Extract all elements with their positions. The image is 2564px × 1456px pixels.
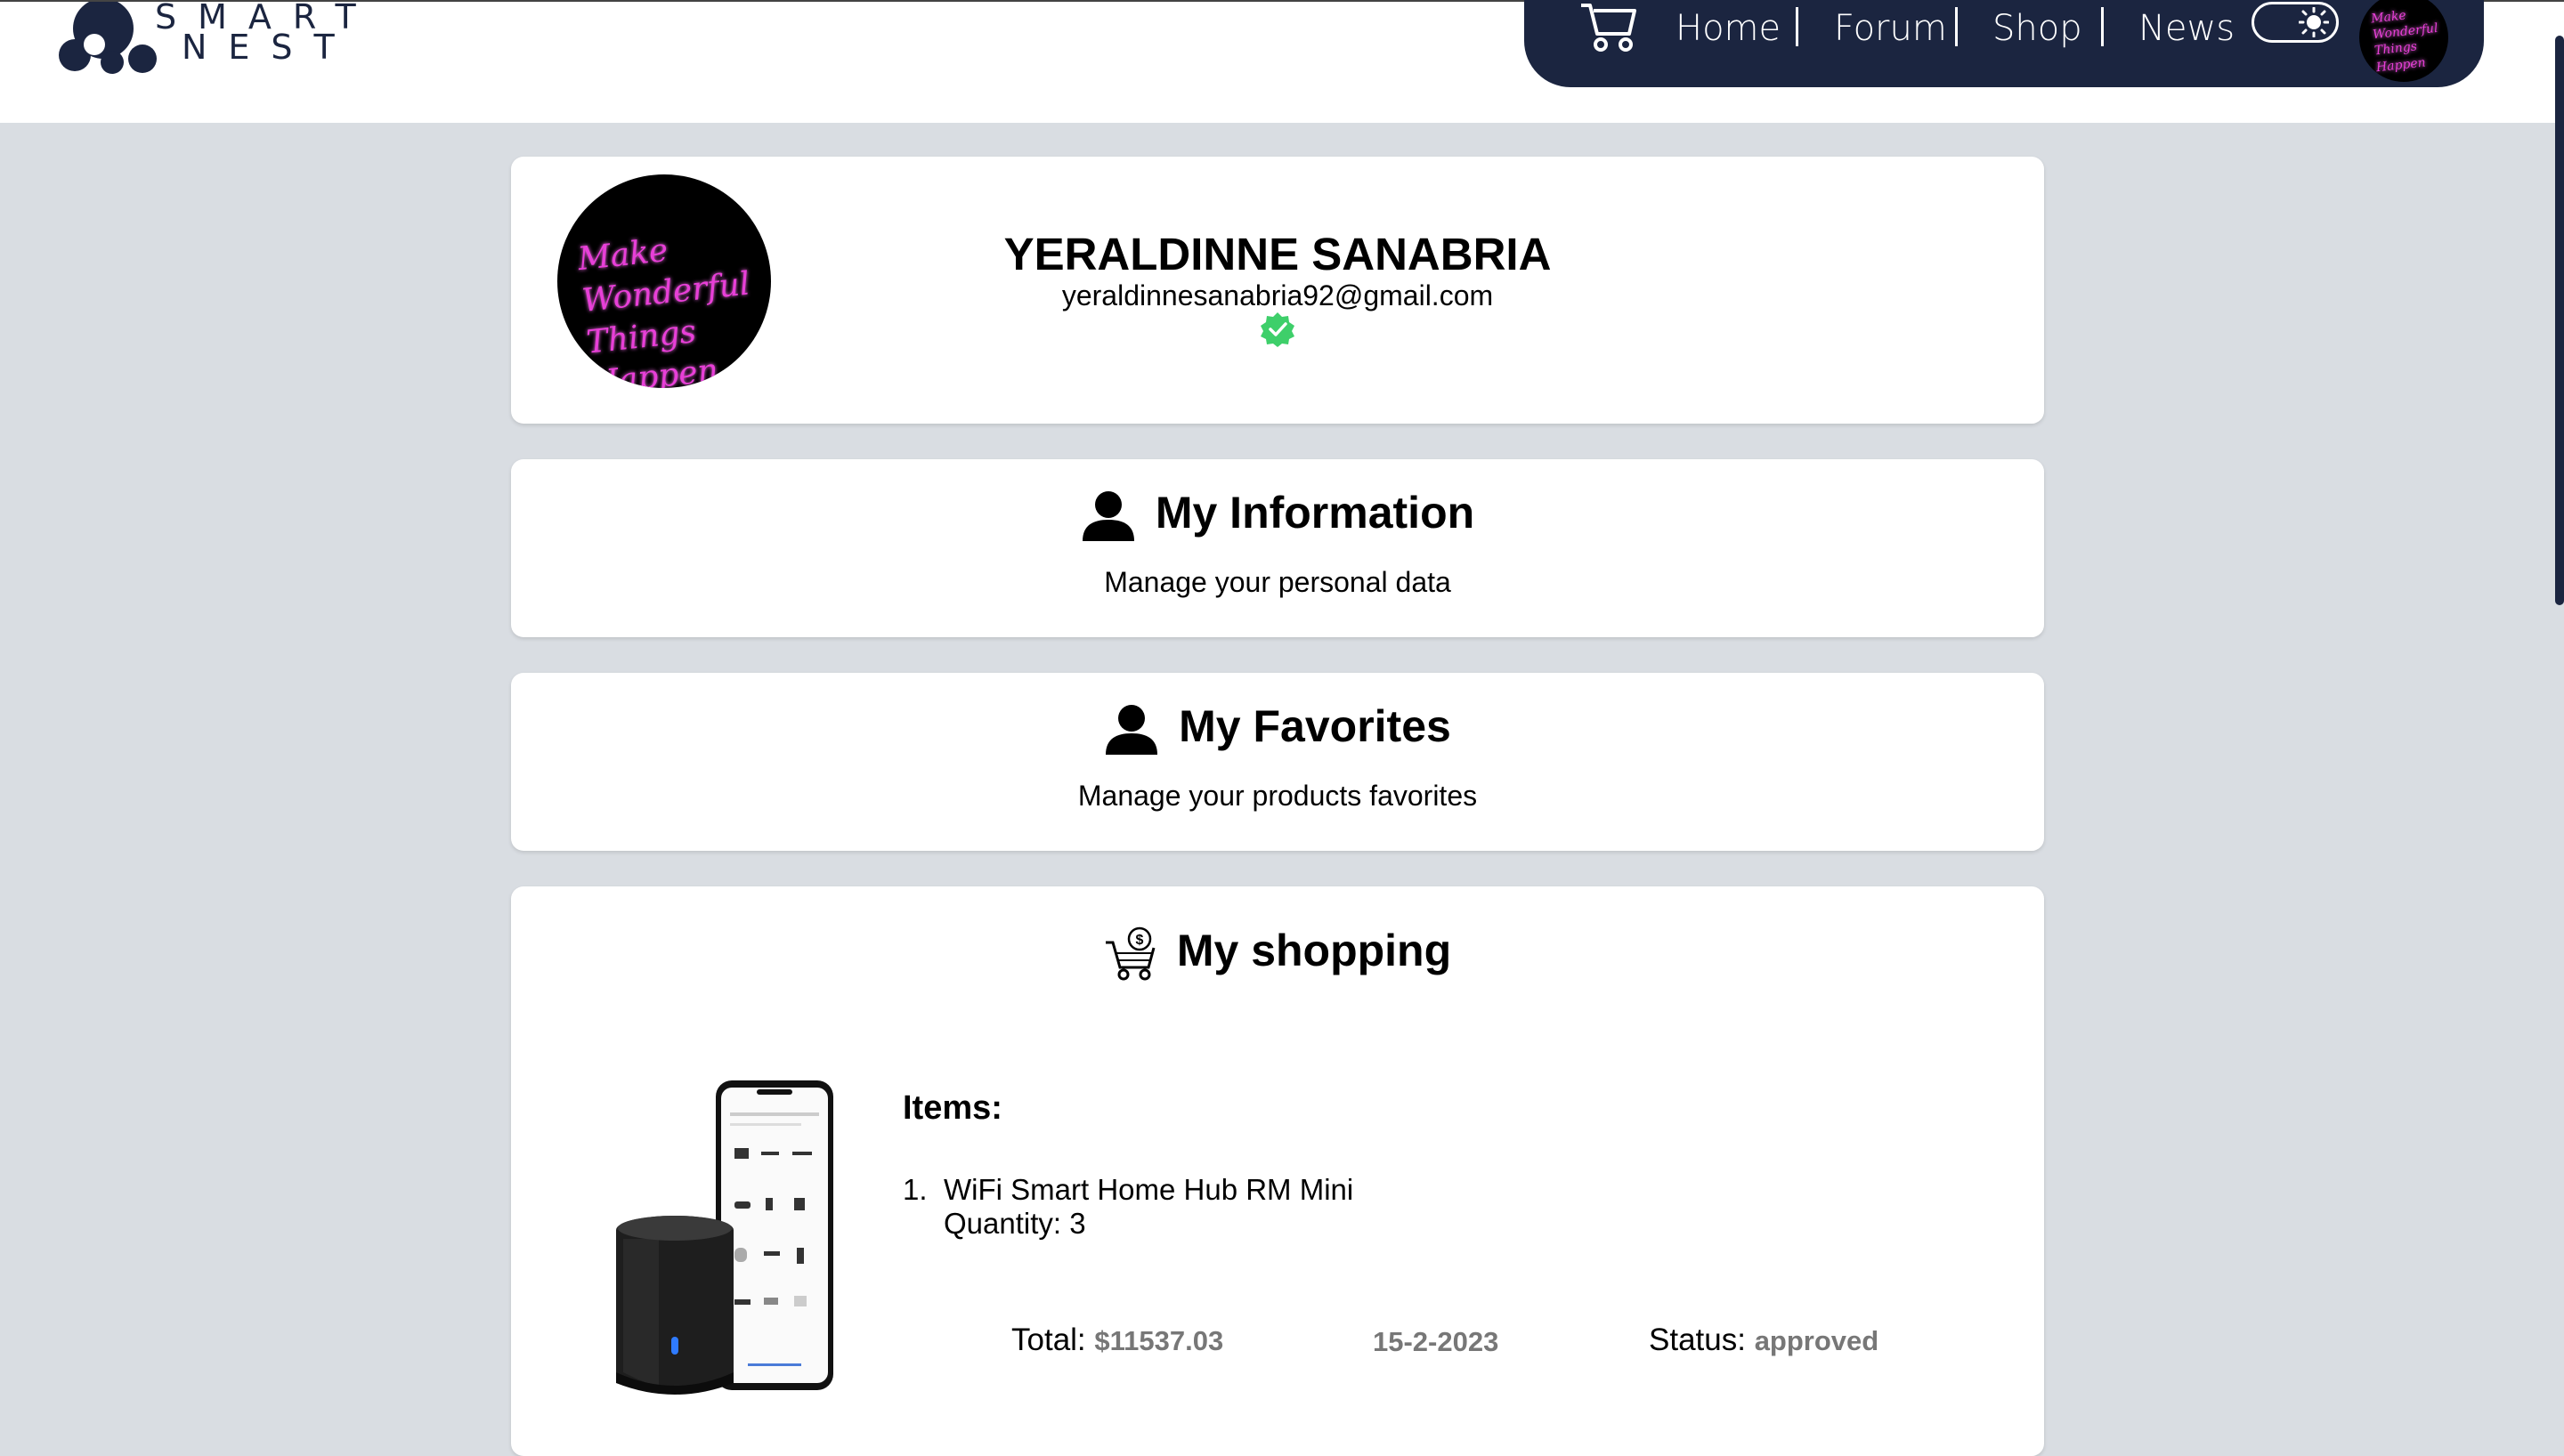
smart-nest-logo[interactable]: SMART NEST — [59, 0, 415, 82]
item-number: 1. — [903, 1173, 928, 1206]
my-information-card[interactable]: My Information Manage your personal data — [511, 459, 2044, 637]
avatar-neon-text: Make Wonderful Things Happen — [2370, 4, 2448, 76]
shopping-cart-dollar-icon: $ — [1105, 926, 1156, 981]
my-information-heading: My Information — [511, 484, 2044, 543]
status-label: Status: — [1649, 1323, 1746, 1357]
user-avatar-menu[interactable]: Make Wonderful Things Happen — [2359, 0, 2448, 82]
sun-icon — [2299, 7, 2329, 37]
user-email: yeraldinnesanabria92@gmail.com — [1061, 279, 1494, 311]
items-label: Items: — [903, 1089, 1002, 1127]
main-navbar: Home Forum Shop News Make Wonderful Thin… — [1524, 0, 2484, 87]
my-favorites-card[interactable]: My Favorites Manage your products favori… — [511, 673, 2044, 851]
nav-shop-link[interactable]: Shop — [1992, 4, 2082, 53]
status-value: approved — [1754, 1325, 1879, 1356]
my-information-title: My Information — [1155, 488, 1475, 538]
my-favorites-heading: My Favorites — [511, 698, 2044, 756]
total-label: Total: — [1011, 1323, 1086, 1357]
logo-mark-icon — [59, 0, 157, 74]
page-scrollbar[interactable] — [2555, 36, 2564, 605]
order-item: 1. WiFi Smart Home Hub RM Mini — [903, 1173, 1353, 1207]
my-shopping-card: $ My shopping Items: 1. WiFi Smart Home H… — [511, 886, 2044, 1456]
cart-icon[interactable] — [1578, 0, 1640, 53]
my-favorites-subtitle: Manage your products favorites — [1077, 780, 1478, 812]
svg-text:$: $ — [1135, 933, 1143, 948]
my-shopping-heading: $ My shopping — [511, 922, 2044, 982]
top-bar: SMART NEST Home Forum Shop News Make Won… — [0, 0, 2564, 123]
nav-divider — [2101, 7, 2104, 46]
nav-divider — [1955, 7, 1958, 46]
logo-text: SMART NEST — [155, 0, 377, 67]
theme-toggle[interactable] — [2252, 2, 2339, 43]
my-information-subtitle: Manage your personal data — [1104, 566, 1451, 598]
user-name: YERALDINNE SANABRIA — [1003, 229, 1552, 279]
item-name: WiFi Smart Home Hub RM Mini — [944, 1173, 1354, 1206]
nav-home-link[interactable]: Home — [1676, 4, 1781, 53]
order-status: Status: approved — [1649, 1323, 1878, 1358]
nav-forum-link[interactable]: Forum — [1834, 4, 1947, 53]
nav-divider — [1796, 7, 1798, 46]
my-favorites-title: My Favorites — [1179, 701, 1451, 751]
verified-badge-icon — [1261, 312, 1294, 347]
total-value: $11537.03 — [1094, 1325, 1224, 1356]
my-shopping-title: My shopping — [1176, 926, 1452, 975]
product-image[interactable] — [614, 1079, 837, 1399]
nav-news-link[interactable]: News — [2138, 4, 2235, 53]
order-date: 15-2-2023 — [1373, 1326, 1499, 1357]
order-total: Total: $11537.03 — [1011, 1323, 1223, 1358]
user-icon — [1082, 490, 1134, 541]
user-icon — [1106, 704, 1158, 755]
logo-line-2: NEST — [182, 28, 356, 67]
avatar-text-line-2: Things Happen — [2373, 39, 2427, 75]
profile-card: Make Wonderful Things Happen YERALDINNE … — [511, 157, 2044, 424]
item-quantity: Quantity: 3 — [944, 1207, 1086, 1240]
